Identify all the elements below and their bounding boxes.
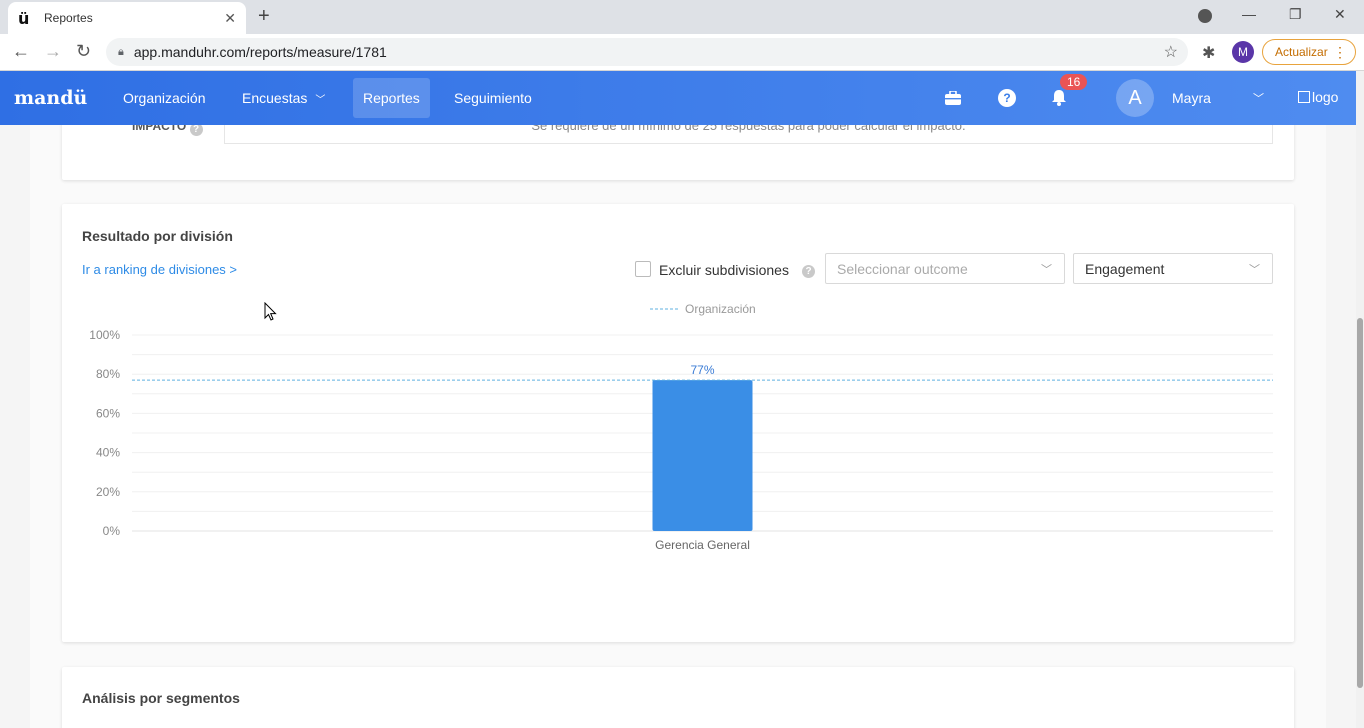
bar (652, 380, 753, 531)
nav-label: Reportes (363, 90, 420, 106)
minimize-icon[interactable]: — (1242, 6, 1256, 22)
nav-seguimiento[interactable]: Seguimiento (444, 78, 542, 118)
exclude-subdivisions-label[interactable]: Excluir subdivisiones (659, 262, 789, 278)
division-card: Resultado por división Ir a ranking de d… (62, 204, 1294, 642)
browser-toolbar: ← → ↻ 🔒︎ app.manduhr.com/reports/measure… (0, 34, 1364, 71)
favicon-icon: ü (18, 8, 30, 28)
tab-search-icon[interactable] (1198, 9, 1212, 23)
tab-close-icon[interactable]: ✕ (224, 10, 236, 27)
impact-message: Se requiere de un mínimo de 25 respuesta… (224, 125, 1273, 144)
y-tick-label: 40% (96, 446, 120, 460)
nav-organizacion[interactable]: Organización (113, 78, 216, 118)
help-icon[interactable]: ? (189, 125, 203, 136)
nav-label: Organización (123, 90, 206, 106)
chevron-down-icon: ﹀ (315, 94, 326, 106)
chart-legend: Organización (650, 302, 756, 316)
y-tick-label: 0% (103, 524, 121, 538)
briefcase-icon[interactable] (944, 89, 962, 107)
app-logo[interactable]: mandü (14, 87, 87, 109)
division-title: Resultado por división (82, 228, 233, 244)
data-label: 77% (690, 363, 714, 377)
lock-icon: 🔒︎ (118, 45, 124, 58)
main-content: IMPACTO ? Se requiere de un mínimo de 25… (30, 125, 1326, 728)
url-text: app.manduhr.com/reports/measure/1781 (133, 44, 387, 60)
chevron-down-icon[interactable]: ﹀ (1253, 90, 1264, 106)
legend-label: Organización (685, 302, 756, 316)
mouse-cursor-icon (264, 302, 277, 321)
help-icon[interactable]: ? (802, 265, 815, 278)
y-axis-ticks: 0% 20% 40% 60% 80% 100% (89, 328, 120, 538)
profile-avatar[interactable]: M (1232, 41, 1254, 63)
new-tab-icon[interactable]: + (258, 6, 270, 26)
nav-label: Seguimiento (454, 90, 532, 106)
tab-title: Reportes (44, 11, 93, 25)
metric-value: Engagement (1085, 260, 1165, 277)
scrollbar-thumb[interactable] (1357, 318, 1363, 688)
y-tick-label: 80% (96, 367, 120, 381)
browser-tabstrip: ü Reportes ✕ + — ❐ ✕ (0, 0, 1364, 34)
chart-bars: 77% Gerencia General (652, 363, 753, 552)
reload-icon[interactable]: ↻ (76, 42, 91, 60)
broken-image-icon (1298, 91, 1310, 103)
close-window-icon[interactable]: ✕ (1334, 6, 1346, 23)
user-avatar[interactable]: A (1116, 79, 1154, 117)
division-chart: Organización 0% 20% 40% 60% 80% 100% 77% Geren… (89, 302, 1273, 552)
y-tick-label: 100% (89, 328, 120, 342)
segments-card: Análisis por segmentos (62, 667, 1294, 728)
outcome-select[interactable]: Seleccionar outcome ﹀ (825, 253, 1065, 284)
nav-encuestas[interactable]: Encuestas ﹀ (232, 78, 335, 118)
user-name[interactable]: Mayra (1172, 90, 1211, 106)
notification-count-badge: 16 (1060, 74, 1088, 90)
update-button[interactable]: Actualizar ⋮ (1262, 39, 1356, 65)
help-icon[interactable]: ? (998, 89, 1016, 107)
impact-label: IMPACTO ? (132, 125, 203, 136)
update-label: Actualizar (1275, 45, 1328, 59)
address-bar[interactable]: 🔒︎ app.manduhr.com/reports/measure/1781 … (106, 38, 1188, 66)
extensions-icon[interactable]: ✱ (1202, 43, 1215, 63)
metric-select[interactable]: Engagement ﹀ (1073, 253, 1273, 284)
nav-reportes[interactable]: Reportes (353, 78, 430, 118)
ranking-link[interactable]: Ir a ranking de divisiones > (82, 262, 237, 277)
forward-icon[interactable]: → (44, 42, 62, 60)
bell-icon[interactable] (1050, 89, 1068, 107)
x-tick-label: Gerencia General (655, 538, 750, 552)
app-header: mandü Organización Encuestas ﹀ Reportes … (0, 71, 1356, 125)
outcome-placeholder: Seleccionar outcome (837, 260, 968, 277)
more-icon: ⋮ (1333, 44, 1347, 60)
back-icon[interactable]: ← (12, 42, 30, 60)
y-tick-label: 60% (96, 406, 120, 420)
impact-card: IMPACTO ? Se requiere de un mínimo de 25… (62, 125, 1294, 180)
chevron-down-icon: ﹀ (1041, 264, 1052, 276)
logo-alt-text: logo (1312, 89, 1339, 105)
bookmark-star-icon[interactable]: ☆ (1164, 42, 1178, 62)
exclude-subdivisions-checkbox[interactable] (635, 261, 651, 277)
y-tick-label: 20% (96, 485, 120, 499)
restore-icon[interactable]: ❐ (1289, 6, 1302, 23)
segments-title: Análisis por segmentos (82, 690, 240, 706)
company-logo: logo (1298, 89, 1338, 105)
browser-tab[interactable]: ü Reportes ✕ (8, 2, 246, 34)
nav-label: Encuestas (242, 90, 308, 106)
chevron-down-icon: ﹀ (1249, 264, 1260, 276)
